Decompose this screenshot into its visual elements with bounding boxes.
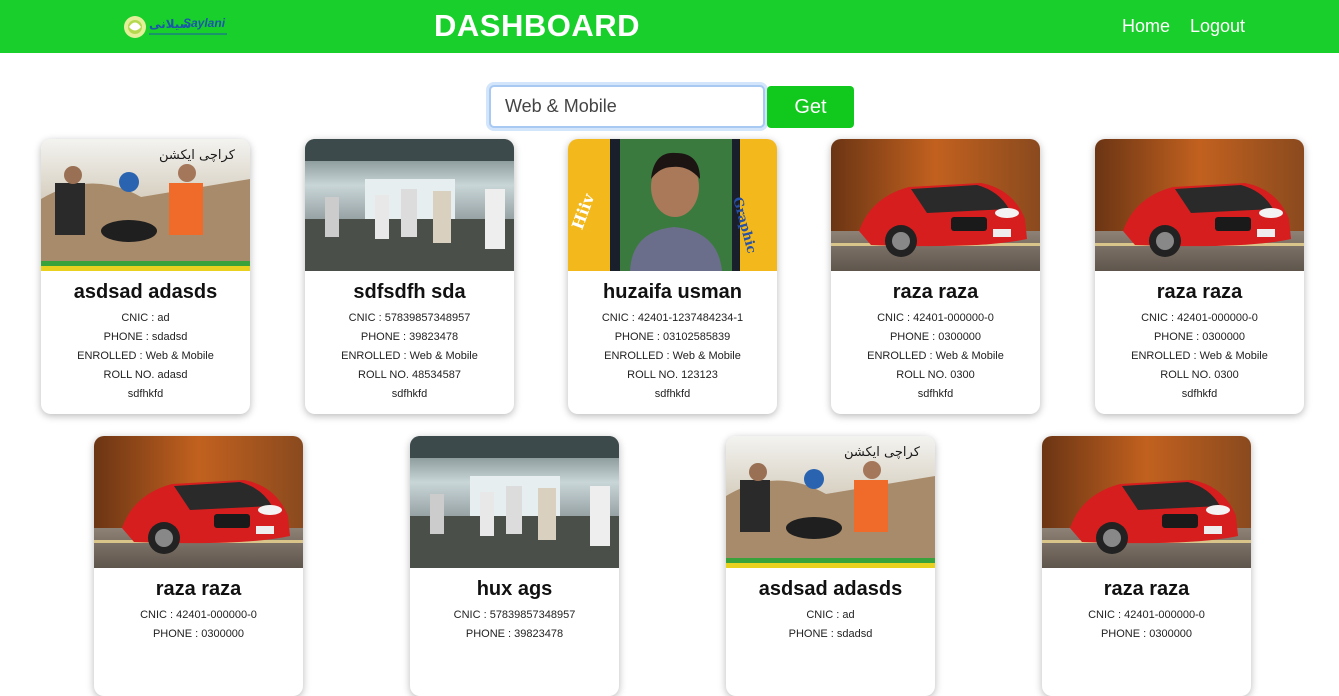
- student-name: huzaifa usman: [603, 281, 742, 303]
- student-card: raza raza CNIC : 42401-000000-0 PHONE : 03…: [94, 436, 303, 696]
- student-cnic: CNIC : ad: [121, 312, 170, 324]
- red-car-photo: [831, 139, 1040, 271]
- student-cnic: CNIC : 42401-000000-0: [877, 312, 994, 324]
- top-navbar: سیلانی Saylani DASHBOARD Home Logout: [0, 0, 1339, 53]
- student-phone: PHONE : sdadsd: [788, 628, 873, 640]
- student-note: sdfhkfd: [127, 388, 164, 400]
- student-name: raza raza: [892, 281, 979, 303]
- student-roll-no: ROLL NO. 0300: [1160, 369, 1239, 381]
- student-cnic: CNIC : 57839857348957: [348, 312, 471, 324]
- student-cnic: CNIC : ad: [806, 609, 855, 621]
- student-enrolled: ENROLLED : Web & Mobile: [604, 350, 741, 362]
- student-phone: PHONE : sdadsd: [103, 331, 188, 343]
- student-name: raza raza: [155, 578, 242, 600]
- red-car-photo: [1042, 436, 1251, 568]
- student-card: raza raza CNIC : 42401-000000-0 PHONE : 03…: [831, 139, 1040, 414]
- hall-people-photo: [410, 436, 619, 568]
- get-button[interactable]: Get: [767, 86, 854, 128]
- student-card: hux ags CNIC : 57839857348957 PHONE : 3982…: [410, 436, 619, 696]
- student-note: sdfhkfd: [391, 388, 428, 400]
- student-phone: PHONE : 0300000: [889, 331, 982, 343]
- student-card: کراچی ایکشن asdsad adasds CNIC : ad PHONE …: [726, 436, 935, 696]
- svg-text:Saylani: Saylani: [183, 16, 226, 30]
- student-card: کراچی ایکشن asdsad adasds CNIC : ad PHONE …: [41, 139, 250, 414]
- student-phone: PHONE : 0300000: [152, 628, 245, 640]
- student-cnic: CNIC : 57839857348957: [453, 609, 576, 621]
- nav-logout-link[interactable]: Logout: [1190, 16, 1245, 37]
- student-card: raza raza CNIC : 42401-000000-0 PHONE : 03…: [1095, 139, 1304, 414]
- student-enrolled: ENROLLED : Web & Mobile: [1131, 350, 1268, 362]
- student-phone: PHONE : 39823478: [360, 331, 459, 343]
- student-phone: PHONE : 0300000: [1153, 331, 1246, 343]
- svg-text:کراچی ایکشن: کراچی ایکشن: [159, 148, 236, 163]
- student-card: raza raza CNIC : 42401-000000-0 PHONE : 03…: [1042, 436, 1251, 696]
- saylani-logo[interactable]: سیلانی Saylani: [123, 12, 231, 42]
- students-lifting-tyre-photo: کراچی ایکشن: [726, 436, 935, 568]
- course-search-input[interactable]: [489, 85, 765, 128]
- student-name: raza raza: [1156, 281, 1243, 303]
- student-note: sdfhkfd: [1181, 388, 1218, 400]
- student-cnic: CNIC : 42401-1237484234-1: [601, 312, 744, 324]
- student-roll-no: ROLL NO. 0300: [896, 369, 975, 381]
- student-enrolled: ENROLLED : Web & Mobile: [867, 350, 1004, 362]
- student-card: sdfsdfh sda CNIC : 57839857348957 PHONE : …: [305, 139, 514, 414]
- student-phone: PHONE : 0300000: [1100, 628, 1193, 640]
- student-cnic: CNIC : 42401-000000-0: [1088, 609, 1205, 621]
- student-phone: PHONE : 03102585839: [614, 331, 731, 343]
- student-name: raza raza: [1103, 578, 1190, 600]
- student-roll-no: ROLL NO. 123123: [627, 369, 718, 381]
- student-enrolled: ENROLLED : Web & Mobile: [77, 350, 214, 362]
- student-cnic: CNIC : 42401-000000-0: [140, 609, 257, 621]
- red-car-photo: [1095, 139, 1304, 271]
- students-lifting-tyre-photo: کراچی ایکشن: [41, 139, 250, 271]
- student-note: sdfhkfd: [917, 388, 954, 400]
- student-note: sdfhkfd: [654, 388, 691, 400]
- red-car-photo: [94, 436, 303, 568]
- nav-home-link[interactable]: Home: [1122, 16, 1170, 37]
- page-title: DASHBOARD: [434, 8, 640, 43]
- student-name: asdsad adasds: [73, 281, 218, 303]
- portrait-photo: Hiiv Graphic: [568, 139, 777, 271]
- student-name: hux ags: [476, 578, 553, 600]
- student-roll-no: ROLL NO. adasd: [103, 369, 188, 381]
- student-card: Hiiv Graphic huzaifa usman CNIC : 42401-12…: [568, 139, 777, 414]
- hall-people-photo: [305, 139, 514, 271]
- student-enrolled: ENROLLED : Web & Mobile: [341, 350, 478, 362]
- student-name: asdsad adasds: [758, 578, 903, 600]
- student-roll-no: ROLL NO. 48534587: [358, 369, 461, 381]
- student-name: sdfsdfh sda: [353, 281, 466, 303]
- svg-text:کراچی ایکشن: کراچی ایکشن: [844, 445, 921, 460]
- student-cnic: CNIC : 42401-000000-0: [1141, 312, 1258, 324]
- student-phone: PHONE : 39823478: [465, 628, 564, 640]
